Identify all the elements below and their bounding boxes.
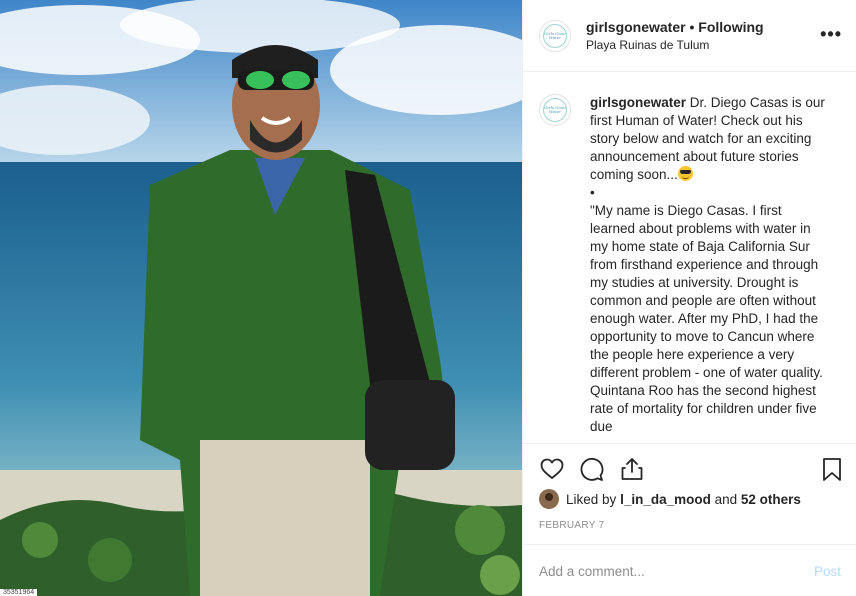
action-bar [523, 443, 856, 487]
caption-scroll-area[interactable]: Girls Gone Water girlsgonewater Dr. Dieg… [523, 72, 856, 443]
header-text: girlsgonewater • Following Playa Ruinas … [586, 19, 764, 52]
caption-avatar-logo: Girls Gone Water [543, 98, 567, 122]
avatar-logo-text: Girls Gone Water [544, 30, 566, 40]
post-side-panel: Girls Gone Water girlsgonewater • Follow… [522, 0, 856, 596]
caption-bullet: • [590, 185, 595, 200]
share-icon[interactable] [619, 456, 645, 482]
author-username-link[interactable]: girlsgonewater [586, 19, 686, 35]
following-button[interactable]: Following [698, 19, 763, 35]
post-photo[interactable]: 35351964 [0, 0, 522, 596]
likes-summary: Liked by l_in_da_mood and 52 others [539, 489, 801, 509]
liker-username-link[interactable]: l_in_da_mood [620, 492, 711, 507]
photo-image [0, 0, 522, 596]
caption-body: girlsgonewater Dr. Diego Casas is our fi… [590, 94, 826, 436]
caption-comment: Girls Gone Water girlsgonewater Dr. Dieg… [539, 94, 841, 436]
header-separator: • [689, 19, 695, 35]
bookmark-icon[interactable] [819, 456, 845, 482]
likes-prefix: Liked by [566, 491, 617, 507]
caption-username-link[interactable]: girlsgonewater [590, 95, 686, 110]
author-avatar[interactable]: Girls Gone Water [539, 19, 571, 52]
liker-avatar[interactable] [539, 489, 559, 509]
post-date[interactable]: FEBRUARY 7 [539, 520, 604, 531]
post-comment-button[interactable]: Post [814, 564, 841, 579]
likes-connector: and [714, 491, 738, 507]
comment-bar: Post [523, 544, 856, 596]
post-header: Girls Gone Water girlsgonewater • Follow… [523, 0, 856, 72]
header-title-line: girlsgonewater • Following [586, 19, 764, 35]
heart-icon[interactable] [539, 456, 565, 482]
avatar-logo: Girls Gone Water [543, 23, 567, 48]
likes-others-link[interactable]: 52 others [741, 492, 801, 507]
comment-icon[interactable] [579, 456, 605, 482]
caption-quote: "My name is Diego Casas. I first learned… [590, 203, 827, 434]
comment-input[interactable] [539, 564, 789, 579]
caption-avatar[interactable]: Girls Gone Water [539, 94, 571, 126]
location-link[interactable]: Playa Ruinas de Tulum [586, 38, 764, 52]
sunglasses-emoji-icon [677, 166, 693, 181]
photo-corner-label: 35351964 [0, 589, 38, 596]
caption-avatar-logo-text: Girls Gone Water [544, 105, 566, 114]
more-options-icon[interactable]: ••• [820, 24, 842, 45]
